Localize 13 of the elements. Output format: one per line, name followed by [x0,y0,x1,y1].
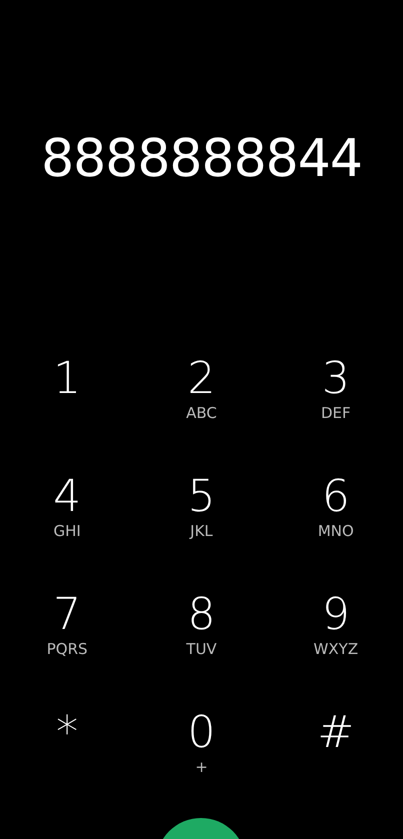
dial-key[interactable]: 8 TUV [134,590,269,672]
dial-key[interactable]: 7 PQRS [0,590,134,672]
dial-key[interactable]: 1 [0,354,134,436]
dial-key[interactable]: 4 GHI [0,472,134,554]
dial-key[interactable]: 6 MNO [268,472,403,554]
dial-key[interactable]: 5 JKL [134,472,269,554]
dial-key[interactable]: * [0,708,134,790]
dial-key[interactable]: 3 DEF [268,354,403,436]
dial-key[interactable]: # [268,708,403,790]
dial-key[interactable]: 0 + [134,708,269,790]
dial-key[interactable]: 9 WXYZ [268,590,403,672]
phone-number: 8888888844 [40,128,363,191]
dial-key[interactable]: 2 ABC [134,354,269,436]
